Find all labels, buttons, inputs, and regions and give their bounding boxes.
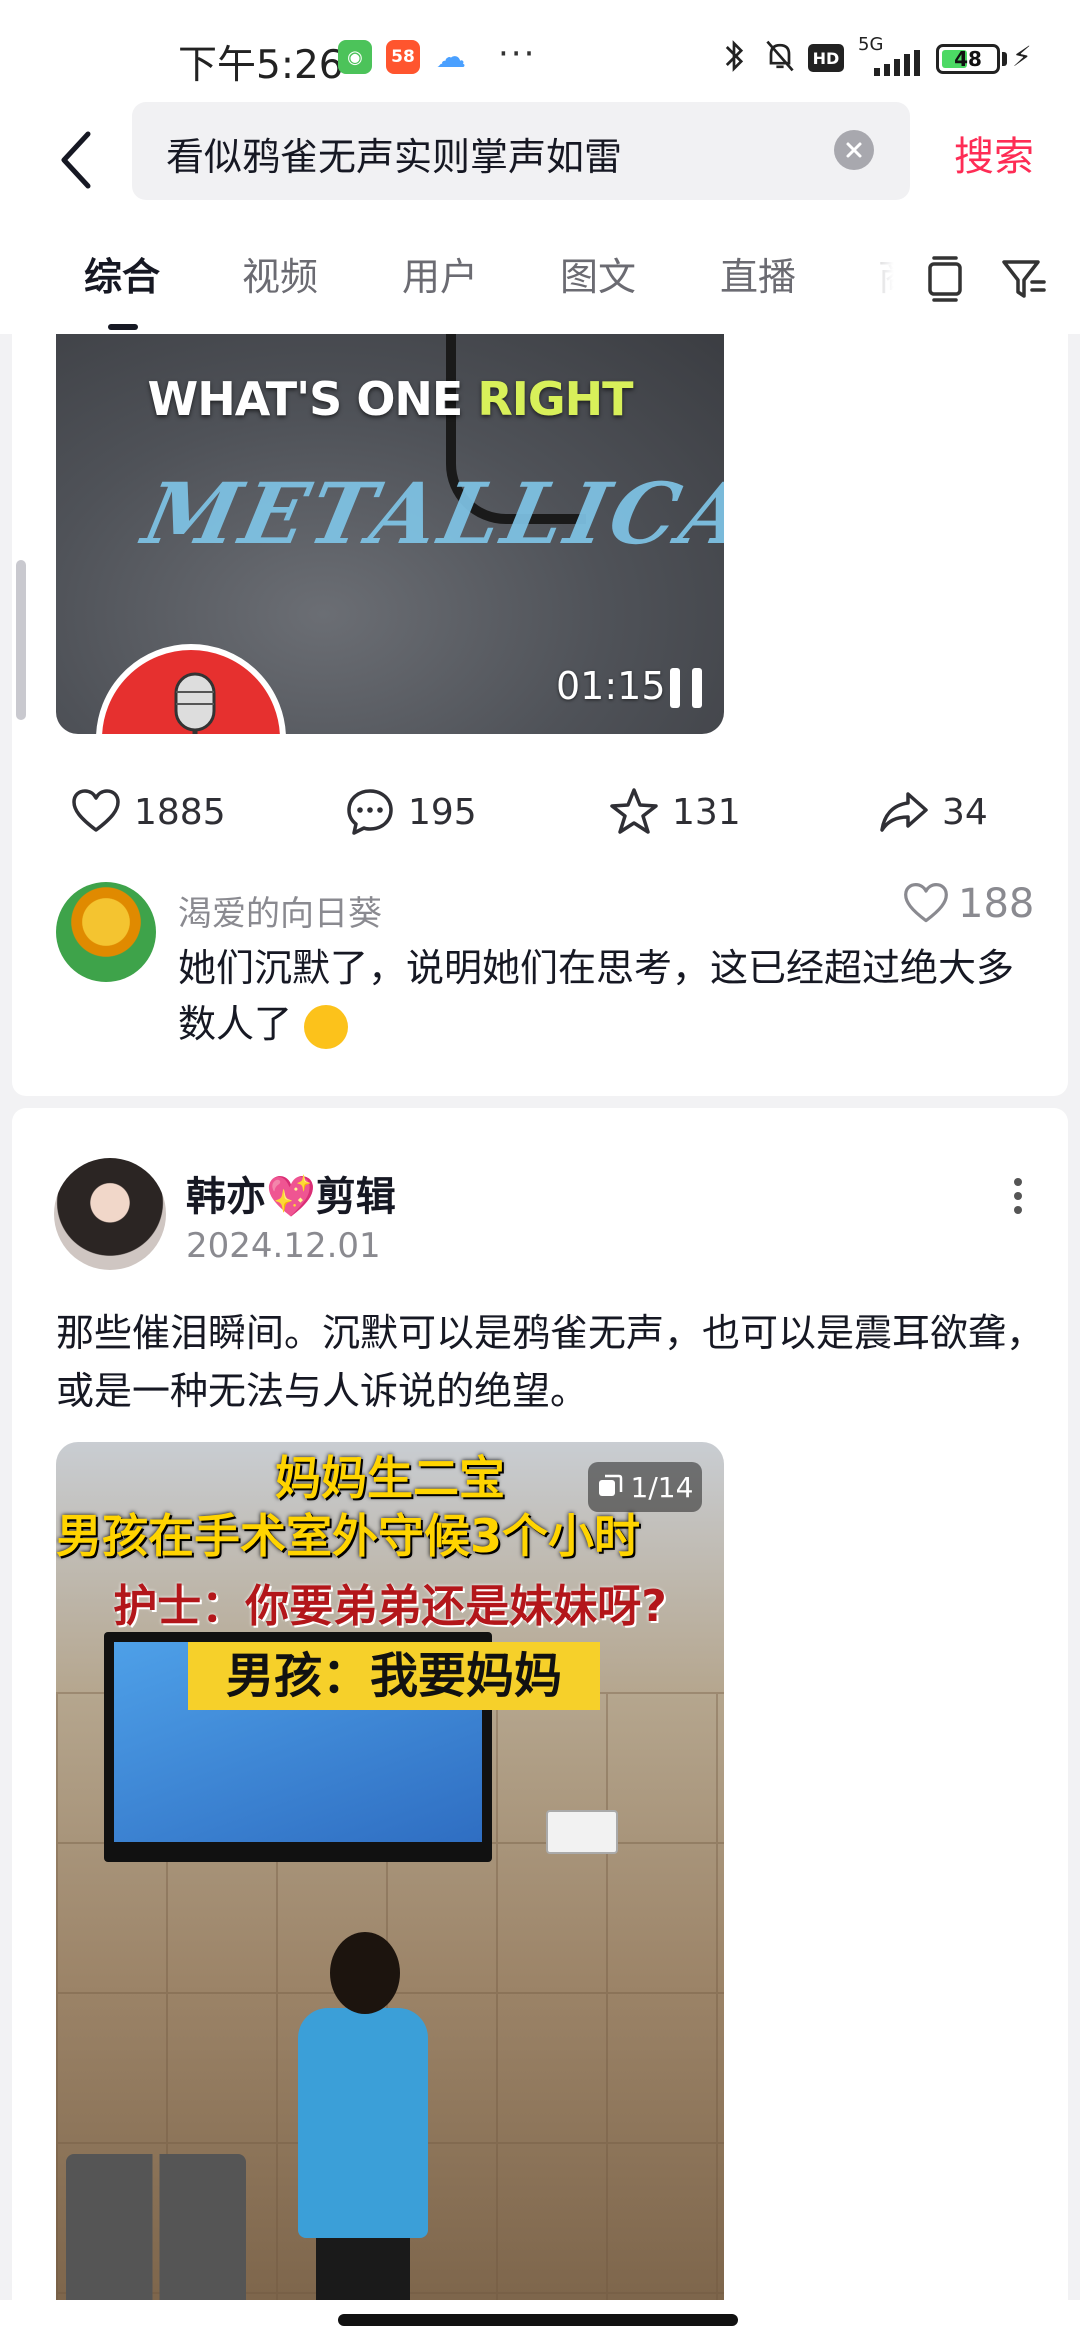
gesture-bar: [0, 2300, 1080, 2340]
heart-icon: [904, 883, 948, 923]
image-caption-line-4: 男孩：我要妈妈: [188, 1642, 600, 1710]
chevron-left-icon: [61, 131, 91, 189]
microphone-badge: [96, 644, 286, 734]
heart-icon: [72, 789, 120, 832]
close-icon: [846, 142, 862, 158]
hd-badge: HD: [808, 44, 844, 72]
comment-text: 她们沉默了，说明她们在思考，这已经超过绝大多数人了: [178, 940, 1038, 1052]
mute-bell-icon: [766, 40, 794, 72]
comment-like-button[interactable]: 188: [902, 880, 1034, 928]
signal-strength-icon: [874, 50, 920, 76]
video-duration: 01:15: [556, 664, 666, 708]
search-query[interactable]: 看似鸦雀无声实则掌声如雷: [166, 126, 622, 181]
favorite-count: 131: [672, 791, 741, 833]
search-header: 看似鸦雀无声实则掌声如雷 搜索: [0, 100, 1080, 220]
home-indicator[interactable]: [338, 2314, 738, 2326]
charging-icon: ⚡: [1012, 40, 1032, 73]
cloud-app-icon: ☁: [436, 39, 466, 75]
comment-author[interactable]: 渴爱的向日葵: [178, 886, 382, 935]
share-count: 34: [942, 791, 988, 833]
image-counter: 1/14: [588, 1462, 702, 1512]
video-caption: WHAT'S ONE RIGHT: [56, 372, 724, 426]
58-app-icon: 58: [386, 40, 420, 74]
pause-icon[interactable]: [666, 666, 706, 710]
tab-users[interactable]: 用户: [402, 246, 478, 301]
post-image[interactable]: 妈妈生二宝 男孩在手术室外守候3个小时 护士：你要弟弟还是妹妹呀? 男孩：我要妈…: [56, 1442, 724, 2340]
status-time: 下午5:26: [178, 43, 344, 88]
comment-like-count: 188: [958, 881, 1035, 927]
author-avatar[interactable]: [54, 1158, 166, 1270]
search-button[interactable]: 搜索: [954, 124, 1034, 182]
like-action[interactable]: 1885: [70, 782, 226, 842]
bluetooth-icon: [725, 40, 744, 72]
battery-level: 48: [954, 47, 982, 71]
tab-fade-overlay: [840, 220, 930, 334]
more-options-icon[interactable]: [998, 1166, 1038, 1226]
tab-live[interactable]: 直播: [720, 246, 796, 301]
post-text[interactable]: 那些催泪瞬间。沉默可以是鸦雀无声，也可以是震耳欲聋，或是一种无法与人诉说的绝望。: [56, 1304, 1046, 1420]
image-counter-text: 1/14: [630, 1470, 694, 1504]
wechat-like-app-icon: ◉: [338, 40, 372, 74]
share-arrow-icon: [880, 792, 928, 832]
more-notifications-icon: ···: [498, 34, 537, 74]
tab-image-text[interactable]: 图文: [560, 246, 636, 301]
comment-count: 195: [408, 791, 477, 833]
video-caption-highlight: RIGHT: [477, 372, 633, 426]
image-caption-line-3: 护士：你要弟弟还是妹妹呀?: [113, 1581, 667, 1632]
battery-tip: [1002, 52, 1007, 66]
search-tabs: 综合 视频 用户 图文 直播 商: [0, 220, 1080, 334]
gallery-icon: [598, 1474, 622, 1496]
status-bar: 下午5:26 ◉ 58 ☁ ··· HD 5G 48 ⚡: [0, 0, 1080, 100]
scrollbar[interactable]: [16, 560, 26, 720]
tab-comprehensive[interactable]: 综合: [84, 246, 160, 301]
battery-icon: 48: [936, 44, 1000, 74]
search-input[interactable]: 看似鸦雀无声实则掌声如雷: [132, 102, 910, 200]
boy-figure: [288, 1932, 438, 2340]
wall-sign: [546, 1810, 618, 1854]
comment-avatar[interactable]: [56, 882, 156, 982]
clear-search-button[interactable]: [834, 130, 874, 170]
shirt-logo: METALLICA: [135, 464, 724, 563]
microphone-icon: [174, 672, 216, 734]
back-button[interactable]: [46, 120, 106, 200]
comment-bubble-icon: [347, 789, 393, 835]
favorite-action[interactable]: 131: [608, 782, 741, 842]
post-date: 2024.12.01: [186, 1226, 381, 1266]
image-post-card: 韩亦💖剪辑 2024.12.01 那些催泪瞬间。沉默可以是鸦雀无声，也可以是震耳…: [12, 1108, 1068, 2340]
crying-laughing-emoji-icon: [304, 1004, 349, 1049]
active-tab-indicator: [108, 324, 138, 330]
post-author[interactable]: 韩亦💖剪辑: [186, 1164, 396, 1222]
video-thumbnail[interactable]: METALLICA WHAT'S ONE RIGHT 01:15: [56, 334, 724, 734]
star-icon: [610, 788, 658, 834]
layout-toggle-icon[interactable]: [922, 250, 968, 306]
comment-action[interactable]: 195: [344, 782, 477, 842]
video-post-card: METALLICA WHAT'S ONE RIGHT 01:15 1885 19…: [12, 334, 1068, 1096]
video-caption-main: WHAT'S ONE: [147, 372, 478, 426]
tab-video[interactable]: 视频: [242, 246, 318, 301]
like-count: 1885: [134, 791, 226, 833]
share-action[interactable]: 34: [878, 782, 988, 842]
filter-icon[interactable]: [1000, 250, 1046, 306]
